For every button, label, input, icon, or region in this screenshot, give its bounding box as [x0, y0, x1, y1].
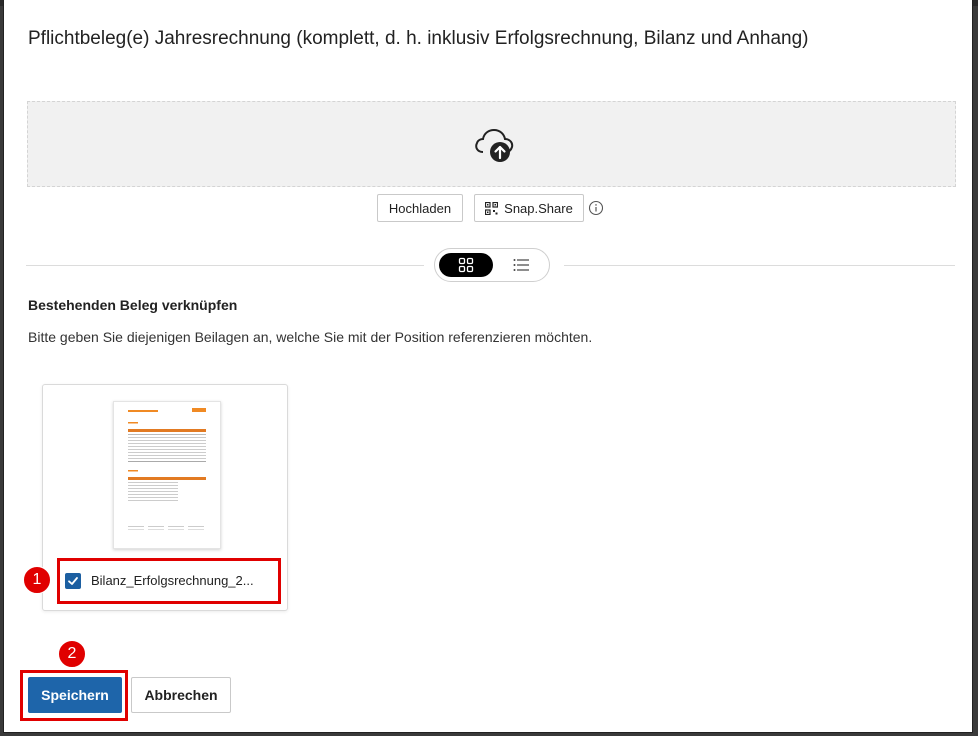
- grid-view-icon: [458, 257, 474, 273]
- document-thumbnail: [113, 401, 221, 549]
- annotation-marker-1: 1: [23, 566, 51, 594]
- dialog-title: Pflichtbeleg(e) Jahresrechnung (komplett…: [28, 28, 809, 49]
- info-icon[interactable]: [588, 200, 604, 216]
- grid-view-button[interactable]: [439, 253, 493, 277]
- annotation-marker-2: 2: [58, 640, 86, 668]
- upload-button[interactable]: Hochladen: [377, 194, 463, 222]
- link-section-title: Bestehenden Beleg verknüpfen: [28, 297, 238, 313]
- link-section-description: Bitte geben Sie diejenigen Beilagen an, …: [28, 329, 593, 345]
- snap-share-label: Snap.Share: [504, 200, 573, 216]
- list-view-icon: [513, 259, 529, 271]
- annotation-highlight-document: [57, 558, 281, 604]
- annotation-highlight-save: [20, 670, 128, 721]
- view-toggle: [434, 248, 550, 282]
- list-view-button[interactable]: [497, 253, 545, 277]
- document-preview-graphic: [128, 408, 206, 530]
- upload-dropzone[interactable]: [27, 101, 956, 187]
- cancel-button[interactable]: Abbrechen: [131, 677, 231, 713]
- cloud-upload-icon: [475, 128, 514, 162]
- attachment-dialog: Pflichtbeleg(e) Jahresrechnung (komplett…: [3, 0, 973, 733]
- divider-right: [564, 265, 955, 266]
- divider-left: [26, 265, 424, 266]
- snap-share-button[interactable]: Snap.Share: [474, 194, 584, 222]
- qr-code-icon: [485, 201, 499, 215]
